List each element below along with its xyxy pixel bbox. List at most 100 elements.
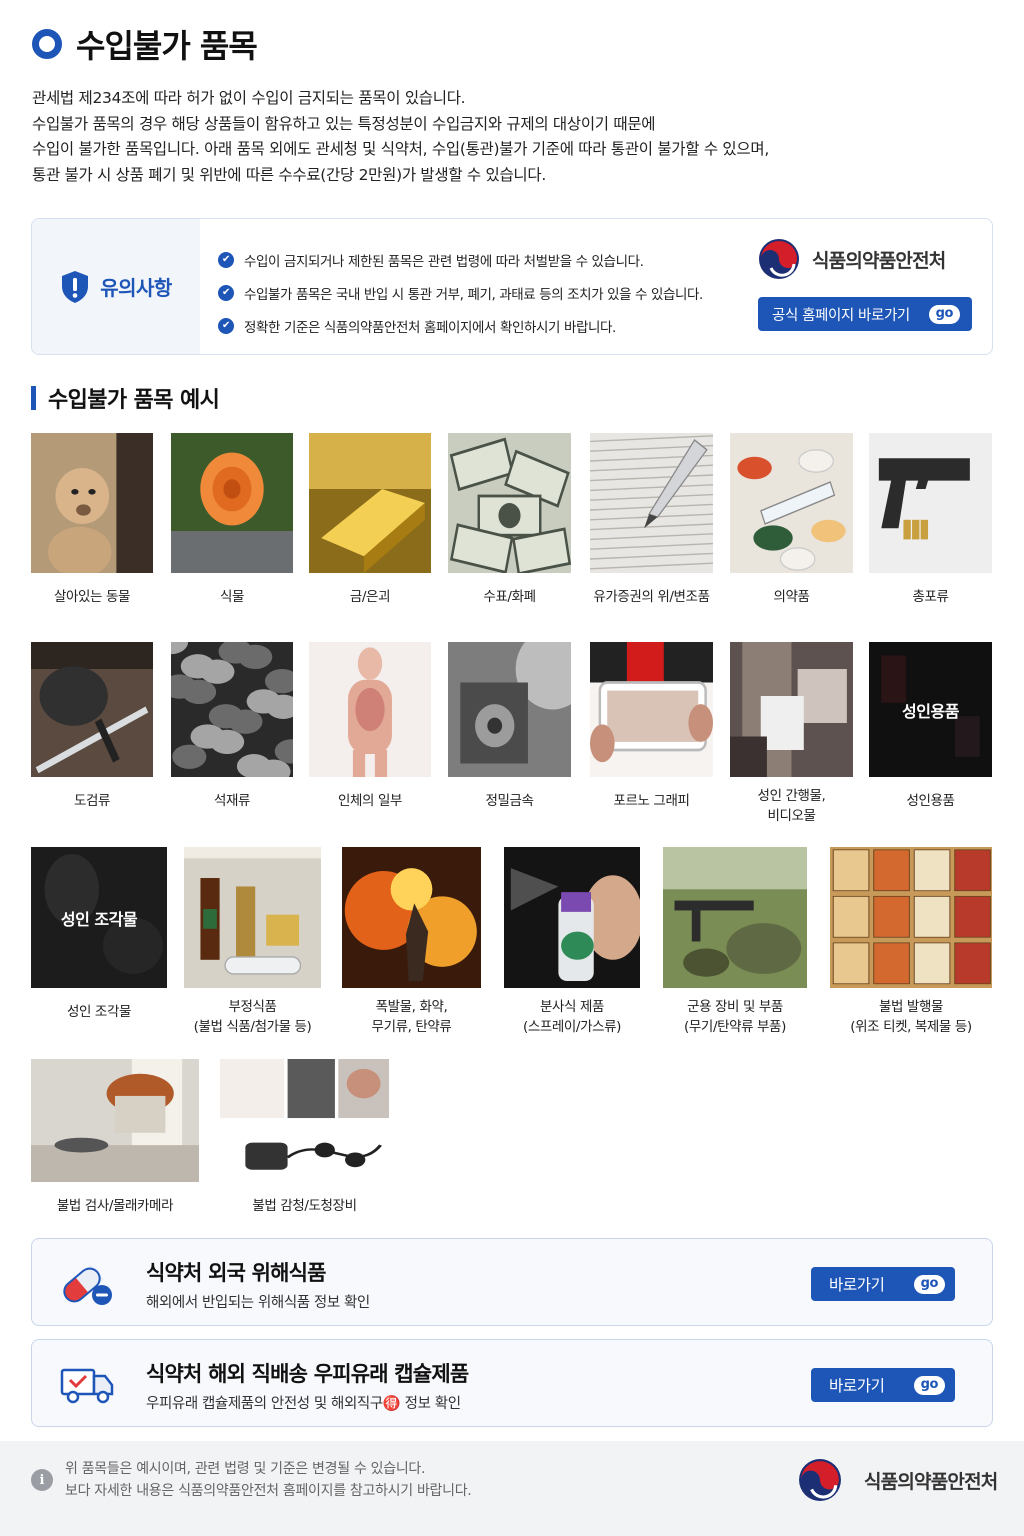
item-caption: 의약품	[720, 587, 863, 607]
item-military: 군용 장비 및 부품 (무기/탄약류 부품)	[663, 847, 807, 1035]
official-homepage-button[interactable]: 공식 홈페이지 바로가기 go	[758, 297, 972, 331]
item-caption-line: 총포류	[912, 589, 949, 605]
go-badge: go	[928, 304, 960, 324]
notice-item-text: 정확한 기준은 식품의약품안전처 홈페이지에서 확인하시기 바랍니다.	[244, 319, 616, 336]
item-caption: 인체의 일부	[299, 791, 441, 811]
item-caption-line: 불법 검사/몰래카메라	[56, 1198, 174, 1214]
capsule-product-card[interactable]: 식약처 해외 직배송 우피유래 캡슐제품 우피유래 캡슐제품의 안전성 및 해외…	[31, 1339, 993, 1427]
check-circle-icon: ✔	[218, 251, 234, 268]
saw-blade-photo	[448, 642, 571, 777]
explosion-soldier-photo	[342, 847, 481, 988]
item-currency: 수표/화폐	[448, 433, 571, 605]
item-medicine: 의약품	[730, 433, 853, 605]
item-caption-line: 분사식 제품	[540, 999, 604, 1015]
item-caption-line: (위조 티켓, 복제물 등)	[850, 1019, 972, 1035]
agency-block: 식품의약품안전처 공식 홈페이지 바로가기 go	[758, 237, 972, 331]
item-caption: 유가증권의 위/변조품	[580, 587, 723, 607]
go-link-button[interactable]: 바로가기 go	[811, 1368, 955, 1402]
notice-item: ✔ 수입이 금지되거나 제한된 품목은 관련 법령에 따라 처벌받을 수 있습니다…	[218, 243, 703, 276]
footer-agency-logo: 식품의약품안전처	[798, 1457, 998, 1503]
item-caption-line: 성인 조각물	[67, 1004, 131, 1020]
item-caption-line: (무기/탄약류 부품)	[684, 1019, 786, 1035]
foreign-harmful-food-card[interactable]: 식약처 외국 위해식품 해외에서 반입되는 위해식품 정보 확인 바로가기 go	[31, 1238, 993, 1326]
footer-line: 위 품목들은 예시이며, 관련 법령 및 기준은 변경될 수 있습니다.	[65, 1461, 426, 1477]
pen-on-document-photo	[590, 433, 713, 573]
wiretap-collage-photo	[220, 1059, 389, 1182]
link-desc: 우피유래 캡슐제품의 안전성 및 해외직구🉐 정보 확인	[146, 1396, 461, 1412]
item-caption-line: 포르노 그래피	[613, 793, 690, 809]
item-caption-line: 수표/화폐	[483, 589, 536, 605]
item-caption-line: 인체의 일부	[338, 793, 402, 809]
agency-logo: 식품의약품안전처	[758, 237, 970, 281]
item-caption-line: 불법 감청/도청장비	[252, 1198, 357, 1214]
item-firearms: 총포류	[869, 433, 992, 605]
intro-line: 수입불가 품목의 경우 해당 상품들이 함유하고 있는 특정성분이 수입금지와 …	[32, 114, 656, 133]
pills-syringe-photo	[730, 433, 853, 573]
item-caption-line: 성인용품	[906, 793, 955, 809]
link-title: 식약처 외국 위해식품	[146, 1261, 327, 1285]
phone-blurred-photo	[590, 642, 713, 777]
item-caption-line: 식물	[219, 589, 245, 605]
go-link-label: 바로가기	[829, 1377, 885, 1395]
info-icon: i	[31, 1469, 53, 1491]
spray-can-photo	[504, 847, 640, 988]
korea-government-emblem-icon	[799, 1459, 841, 1501]
item-caption: 불법 발행물 (위조 티켓, 복제물 등)	[820, 997, 1002, 1037]
item-pornography: 포르노 그래피	[590, 642, 713, 809]
item-caption: 금/은괴	[299, 587, 441, 607]
notice-item-text: 수입이 금지되거나 제한된 품목은 관련 법령에 따라 처벌받을 수 있습니다.	[244, 253, 644, 270]
agency-name: 식품의약품안전처	[812, 249, 946, 272]
item-caption: 부정식품 (불법 식품/첨가물 등)	[174, 997, 331, 1037]
go-badge: go	[913, 1274, 945, 1294]
item-hidden-camera: 불법 검사/몰래카메라	[31, 1059, 199, 1214]
item-caption-line: (스프레이/가스류)	[522, 1019, 622, 1035]
item-caption: 불법 검사/몰래카메라	[21, 1196, 209, 1216]
link-title: 식약처 해외 직배송 우피유래 캡슐제품	[146, 1362, 469, 1386]
item-caption-line: 폭발물, 화약,	[375, 999, 448, 1015]
item-spray: 분사식 제품 (스프레이/가스류)	[504, 847, 640, 1035]
item-caption-line: 부정식품	[228, 999, 277, 1015]
item-adult-goods: 성인용품 성인용품	[869, 642, 992, 809]
blurred-person-photo	[730, 642, 853, 777]
item-gold-silver: 금/은괴	[309, 433, 431, 605]
item-precision-metal: 정밀금속	[448, 642, 571, 809]
footer-agency-name: 식품의약품안전처	[864, 1470, 998, 1493]
item-adult-sculpture: 성인 조각물 성인 조각물	[31, 847, 167, 1020]
title-row: 수입불가 품목	[32, 22, 258, 66]
lion-cub-photo	[31, 433, 153, 573]
item-caption-line: 성인 간행물,	[757, 788, 826, 804]
item-caption: 석재류	[161, 791, 303, 811]
notice-list: ✔ 수입이 금지되거나 제한된 품목은 관련 법령에 따라 처벌받을 수 있습니다…	[218, 243, 703, 342]
item-caption: 총포류	[859, 587, 1002, 607]
dollar-bills-photo	[448, 433, 571, 573]
link-desc: 해외에서 반입되는 위해식품 정보 확인	[146, 1295, 370, 1311]
section-title-text: 수입불가 품목 예시	[48, 388, 220, 413]
go-link-label: 바로가기	[829, 1276, 885, 1294]
gold-bar-photo	[309, 433, 431, 573]
item-illegal-print: 불법 발행물 (위조 티켓, 복제물 등)	[830, 847, 992, 1035]
section-bar	[31, 386, 36, 410]
shield-alert-icon	[62, 270, 89, 303]
intro-line: 수입이 불가한 품목입니다. 아래 품목 외에도 관세청 및 식약처, 수입(통…	[32, 140, 769, 158]
item-caption-line: 비디오물	[767, 808, 816, 824]
item-caption-line: (불법 식품/첨가물 등)	[193, 1019, 312, 1035]
item-human-parts: 인체의 일부	[309, 642, 431, 809]
item-caption-line: 무기류, 탄약류	[371, 1019, 452, 1035]
item-caption-line: 도검류	[73, 793, 111, 809]
item-wiretap: 불법 감청/도청장비	[220, 1059, 389, 1214]
footer-line: 보다 자세한 내용은 식품의약품안전처 홈페이지를 참고하시기 바랍니다.	[65, 1483, 472, 1499]
delivery-truck-icon	[60, 1368, 114, 1404]
intro-line: 관세법 제234조에 따라 허가 없이 수입이 금지되는 품목이 있습니다.	[32, 89, 466, 107]
intro-text: 관세법 제234조에 따라 허가 없이 수입이 금지되는 품목이 있습니다. 수…	[32, 86, 932, 188]
notice-label-panel: 유의사항	[32, 219, 200, 354]
notice-item: ✔ 정확한 기준은 식품의약품안전처 홈페이지에서 확인하시기 바랍니다.	[218, 309, 703, 342]
item-caption: 수표/화폐	[438, 587, 581, 607]
item-caption-line: 살아있는 동물	[53, 589, 130, 605]
item-caption-line: 유가증권의 위/변조품	[593, 589, 710, 605]
item-caption-line: 의약품	[773, 589, 810, 605]
item-adult-publications: 성인 간행물, 비디오물	[730, 642, 853, 824]
sword-photo	[31, 642, 153, 777]
go-link-button[interactable]: 바로가기 go	[811, 1267, 955, 1301]
item-caption-line: 석재류	[213, 793, 251, 809]
item-caption: 폭발물, 화약, 무기류, 탄약류	[332, 997, 491, 1037]
